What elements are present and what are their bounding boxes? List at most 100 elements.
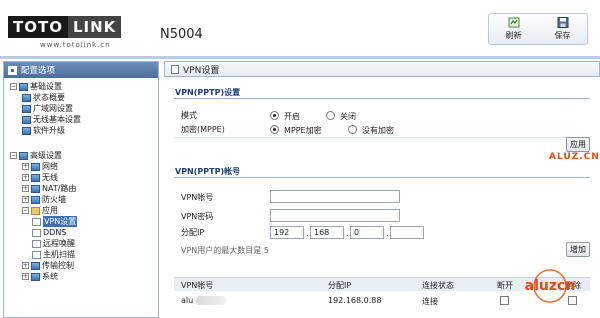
page-icon — [22, 93, 31, 102]
tree-item-wireless[interactable]: + 无线 — [4, 172, 158, 183]
page-icon — [32, 217, 41, 226]
tree-item-wireless-basic[interactable]: 无线基本设置 — [4, 114, 158, 125]
refresh-button[interactable]: 刷新 — [489, 14, 538, 44]
tree-item-wan[interactable]: 广域网设置 — [4, 103, 158, 114]
save-label: 保存 — [554, 31, 571, 40]
row-status: 连接 — [422, 297, 438, 306]
tree-item-application[interactable]: − 应用 — [4, 205, 158, 216]
max-users-note: VPN用户的最大数目是 5 — [181, 246, 269, 255]
header-divider — [0, 56, 600, 59]
tree-item-label: 无线基本设置 — [33, 115, 81, 124]
ip-octet-3[interactable]: 0 — [350, 226, 384, 239]
mode-off-radio[interactable] — [326, 111, 335, 120]
expand-icon[interactable]: + — [22, 262, 29, 269]
pptp-account-title: VPN(PPTP)帐号 — [175, 167, 241, 176]
expand-icon[interactable]: + — [22, 273, 29, 280]
tree-item-ddns[interactable]: DDNS — [4, 227, 158, 238]
tree-item-label: 广域网设置 — [33, 104, 73, 113]
tree-item-wol[interactable]: 远程唤醒 — [4, 238, 158, 249]
vpn-password-input[interactable] — [270, 209, 400, 222]
ip-dot: . — [306, 229, 309, 238]
expand-icon[interactable]: + — [22, 196, 29, 203]
model-name: N5004 — [160, 27, 203, 42]
tree-item-label: 防火墙 — [42, 195, 66, 204]
tree-item-status[interactable]: 状态概要 — [4, 92, 158, 103]
tree-item-upgrade[interactable]: 软件升级 — [4, 125, 158, 136]
section-divider — [174, 177, 590, 178]
nav-tree: − 基础设置 状态概要 广域网设置 无线基本设置 软件升级 − 高级设置 + 网… — [4, 78, 158, 282]
tree-advanced-settings[interactable]: − 高级设置 — [4, 150, 158, 161]
encrypt-on-label: MPPE加密 — [284, 126, 322, 135]
apply-button[interactable]: 应用 — [566, 137, 590, 152]
folder-icon — [31, 272, 40, 281]
header: TOTO LINK www.totolink.cn N5004 刷新 保存 — [0, 0, 600, 55]
tree-item-firewall[interactable]: + 防火墙 — [4, 194, 158, 205]
tree-item-label: 系统 — [42, 272, 58, 281]
col-status: 连接状态 — [422, 281, 454, 290]
main-header: VPN设置 — [164, 61, 600, 77]
save-button[interactable]: 保存 — [538, 14, 587, 44]
encrypt-on-radio[interactable] — [270, 125, 279, 134]
section-divider — [174, 137, 590, 138]
tree-item-label: 传输控制 — [42, 261, 74, 270]
page-icon — [22, 115, 31, 124]
encrypt-off-label: 没有加密 — [362, 126, 394, 135]
ip-octet-2[interactable]: 168 — [310, 226, 344, 239]
refresh-icon — [508, 17, 519, 28]
tree-item-system[interactable]: + 系统 — [4, 271, 158, 282]
expand-icon[interactable]: + — [22, 163, 29, 170]
vpn-account-input[interactable] — [270, 190, 400, 203]
folder-icon — [31, 173, 40, 182]
tree-item-label: 软件升级 — [33, 126, 65, 135]
folder-icon — [31, 195, 40, 204]
redacted-text — [196, 296, 226, 305]
tree-item-label: NAT/路由 — [42, 184, 77, 193]
mode-on-label: 开启 — [284, 112, 300, 121]
ip-dot: . — [346, 229, 349, 238]
tree-item-nat[interactable]: + NAT/路由 — [4, 183, 158, 194]
mode-label: 模式 — [181, 111, 197, 120]
page-icon — [171, 64, 179, 74]
ip-dot: . — [386, 229, 389, 238]
col-account: VPN帐号 — [181, 281, 214, 290]
ip-octet-1[interactable]: 192 — [270, 226, 304, 239]
add-button[interactable]: 增加 — [566, 242, 590, 257]
vpn-password-label: VPN密码 — [181, 212, 214, 221]
collapse-icon[interactable]: − — [22, 207, 29, 214]
watermark-text: ALUZ.CN — [549, 152, 600, 162]
tree-item-label: DDNS — [43, 228, 67, 237]
collapse-icon[interactable]: − — [10, 152, 17, 159]
logo-url: www.totolink.cn — [40, 41, 111, 49]
expand-icon[interactable]: + — [22, 174, 29, 181]
tree-item-network[interactable]: + 网络 — [4, 161, 158, 172]
tree-basic-settings[interactable]: − 基础设置 — [4, 81, 158, 92]
page-icon — [32, 250, 41, 259]
tree-item-host-scan[interactable]: 主机扫描 — [4, 249, 158, 260]
expand-icon[interactable]: + — [22, 185, 29, 192]
sidebar: 配置选项 − 基础设置 状态概要 广域网设置 无线基本设置 软件升级 − 高级设… — [3, 61, 159, 318]
section-divider — [174, 98, 590, 99]
tree-item-label: VPN设置 — [43, 216, 78, 227]
mode-off-label: 关闭 — [340, 112, 356, 121]
watermark-logo-text: aluzcn — [525, 278, 576, 294]
collapse-icon[interactable]: − — [10, 83, 17, 90]
refresh-label: 刷新 — [505, 31, 522, 40]
tree-item-label: 无线 — [42, 173, 58, 182]
logo-text-link: LINK — [67, 16, 122, 38]
tree-item-vpn[interactable]: VPN设置 — [4, 216, 158, 227]
folder-icon — [31, 261, 40, 270]
ip-octet-4[interactable] — [390, 226, 424, 239]
toolbar: 刷新 保存 — [488, 13, 588, 45]
row-ip: 192.168.0.88 — [328, 296, 382, 305]
tree-basic-label: 基础设置 — [30, 82, 62, 91]
mode-on-radio[interactable] — [270, 111, 279, 120]
page-icon — [32, 239, 41, 248]
computer-icon — [19, 82, 28, 91]
tree-item-traffic-control[interactable]: + 传输控制 — [4, 260, 158, 271]
encrypt-off-radio[interactable] — [348, 125, 357, 134]
col-ip: 分配IP — [328, 281, 352, 290]
page-icon — [22, 126, 31, 135]
panel-icon — [8, 65, 17, 75]
folder-icon — [31, 162, 40, 171]
sidebar-title: 配置选项 — [21, 66, 56, 76]
